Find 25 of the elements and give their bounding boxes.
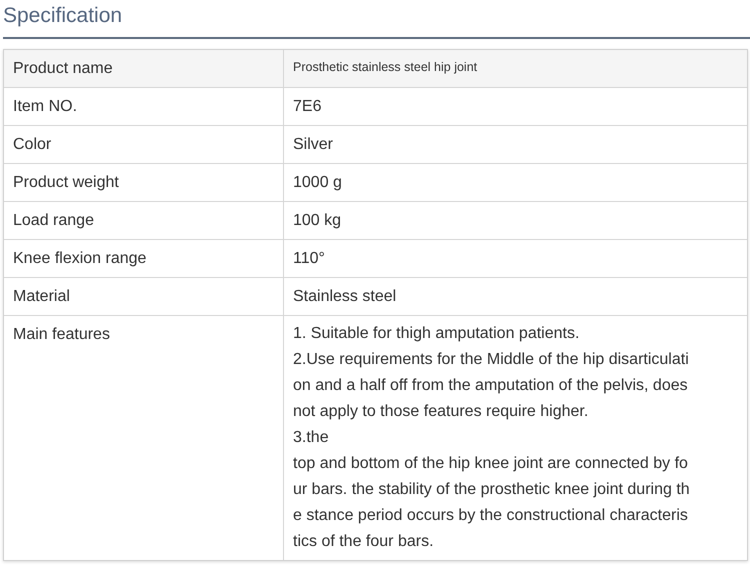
table-cell-text: Silver	[292, 135, 334, 155]
table-cell-text: 7E6	[292, 97, 322, 117]
table-cell: Prosthetic stainless steel hip joint	[284, 50, 747, 87]
feature-line: top and bottom of the hip knee joint are connected by fo	[293, 454, 688, 474]
feature-line: 1. Suitable for thigh amputation patients.	[293, 324, 580, 344]
feature-line: ur bars. the stability of the prosthetic knee joint during th	[293, 480, 690, 500]
table-cell-text: 110°	[292, 249, 326, 269]
table-cell: Item NO.	[4, 88, 284, 125]
table-cell: Product weight	[4, 164, 284, 201]
feature-line: on and a half off from the amputation of the pelvis, does	[293, 376, 688, 396]
table-cell: Product name	[4, 50, 284, 87]
feature-line: 2.Use requirements for the Middle of the hip disarticulati	[293, 350, 689, 370]
feature-line: e stance period occurs by the constructional characteris	[293, 506, 688, 526]
table-cell: Material	[4, 278, 284, 315]
table-cell: Color	[4, 126, 284, 163]
feature-line: 3.the	[293, 428, 329, 448]
table-cell-text: 100 kg	[292, 211, 342, 231]
table-cell: Knee flexion range	[4, 240, 284, 277]
table-cell: Main features	[4, 316, 284, 560]
feature-line: tics of the four bars.	[293, 532, 434, 552]
table-cell-text: Stainless steel	[292, 287, 398, 307]
table-cell: Load range	[4, 202, 284, 239]
table-cell-text: 1000 g	[292, 173, 343, 193]
section-title: Specification	[2, 3, 122, 29]
feature-line: not apply to those features require higher.	[293, 402, 588, 422]
